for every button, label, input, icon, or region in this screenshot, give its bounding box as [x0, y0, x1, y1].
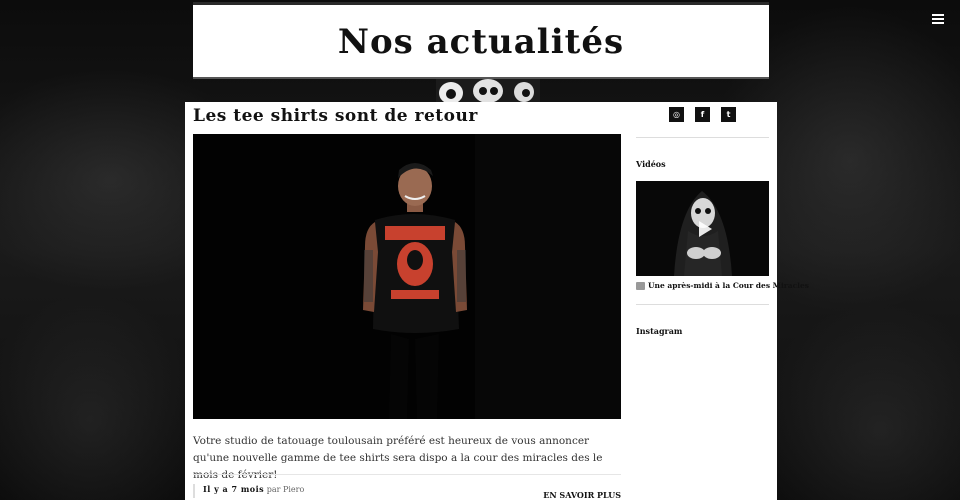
post-date: Il y a 7 mois — [203, 484, 265, 494]
page-title-box: Nos actualités — [193, 2, 769, 79]
divider — [636, 137, 769, 138]
videos-widget-title: Vidéos — [636, 159, 666, 169]
video-thumbnail[interactable] — [636, 181, 769, 276]
menu-bar — [932, 18, 944, 20]
sidebar: ◎ f t Vidéos Une après-midi à la Cour de… — [636, 102, 809, 500]
menu-bar — [932, 14, 944, 16]
video-caption: Une après-midi à la Cour des Miracles — [636, 281, 809, 290]
post-byline: Il y a 7 mois par Piero — [193, 484, 304, 498]
hamburger-menu-button[interactable] — [932, 14, 944, 24]
social-links: ◎ f t — [636, 107, 769, 123]
post-image[interactable] — [193, 134, 621, 419]
tshirt-photo — [193, 134, 621, 419]
instagram-icon[interactable]: ◎ — [669, 107, 684, 122]
divider — [636, 304, 769, 305]
twitter-icon[interactable]: t — [721, 107, 736, 122]
main-content-panel: Les tee shirts sont de retour Votre stud… — [185, 102, 809, 500]
post-author-prefix: par — [266, 485, 281, 494]
post-author[interactable]: Piero — [283, 485, 304, 494]
menu-bar — [932, 22, 944, 24]
video-title-link[interactable]: Une après-midi à la Cour des Miracles — [648, 281, 809, 290]
madonna-video-image — [636, 181, 769, 276]
page-title: Nos actualités — [337, 22, 625, 62]
instagram-widget-title: Instagram — [636, 326, 683, 336]
skull-decoration-image — [436, 79, 540, 102]
read-more-link[interactable]: EN SAVOIR PLUS — [543, 490, 621, 500]
youtube-icon — [636, 281, 645, 290]
facebook-icon[interactable]: f — [695, 107, 710, 122]
post-meta: Il y a 7 mois par Piero EN SAVOIR PLUS — [193, 474, 621, 500]
post-title[interactable]: Les tee shirts sont de retour — [193, 106, 478, 126]
